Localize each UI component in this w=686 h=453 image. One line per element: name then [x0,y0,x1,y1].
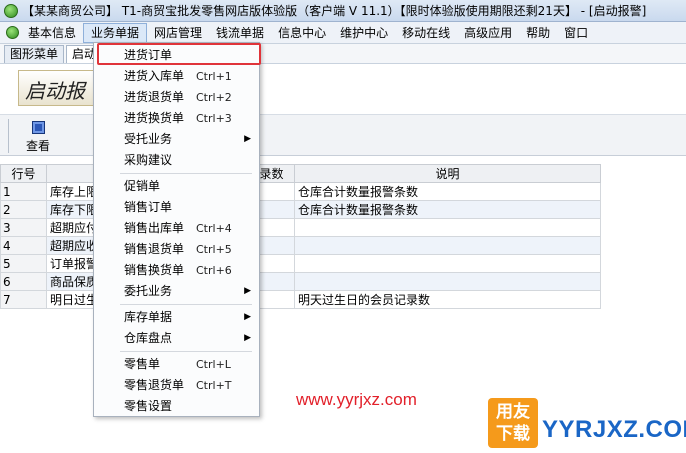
menu-info-center[interactable]: 信息中心 [271,23,333,43]
alarm-table: 行号 录数 说明 1 库存上限 仓库合计数量报警条数 2 库存下限 仓库合计数量… [0,164,601,309]
menu-item-retail-return[interactable]: 零售退货单 Ctrl+T [94,375,259,396]
row-number: 5 [0,254,47,273]
tab-graphic-menu[interactable]: 图形菜单 [4,45,65,63]
col-header-row-no[interactable]: 行号 [0,164,47,183]
table-row[interactable]: 3 超期应付 [0,218,601,237]
menu-advanced[interactable]: 高级应用 [457,23,519,43]
submenu-arrow-icon: ▶ [244,333,251,343]
menu-cash-docs[interactable]: 钱流单据 [209,23,271,43]
menu-online-store[interactable]: 网店管理 [147,23,209,43]
submenu-arrow-icon: ▶ [244,286,251,296]
menu-window[interactable]: 窗口 [557,23,595,43]
menu-mobile-online[interactable]: 移动在线 [395,23,457,43]
row-number: 3 [0,218,47,237]
row-number: 2 [0,200,47,219]
menu-app-icon[interactable] [6,26,19,39]
watermark-logo: 用友 下载 [488,398,538,448]
table-row[interactable]: 6 商品保质 [0,272,601,291]
table-row[interactable]: 5 订单报警 [0,254,601,273]
col-header-description[interactable]: 说明 [294,164,601,183]
menu-item-sales-return[interactable]: 销售退货单 Ctrl+5 [94,239,259,260]
menu-item-retail-settings[interactable]: 零售设置 [94,396,259,417]
menu-help[interactable]: 帮助 [519,23,557,43]
row-description: 仓库合计数量报警条数 [294,182,601,201]
menu-maintenance[interactable]: 维护中心 [333,23,395,43]
row-description: 明天过生日的会员记录数 [294,290,601,309]
row-description: 仓库合计数量报警条数 [294,200,601,219]
row-description [294,218,601,237]
toolbar-separator [8,119,9,153]
table-row[interactable]: 1 库存上限 仓库合计数量报警条数 [0,182,601,201]
title-bar: 【某某商贸公司】 T1-商贸宝批发零售网店版体验版（客户端 V 11.1）【限时… [0,0,686,22]
view-icon [31,121,45,134]
submenu-arrow-icon: ▶ [244,312,251,322]
menu-business-docs[interactable]: 业务单据 [83,22,148,43]
menu-item-sales-exchange[interactable]: 销售换货单 Ctrl+6 [94,260,259,281]
table-row[interactable]: 7 明日过生 明天过生日的会员记录数 [0,290,601,309]
menu-item-purchase-return[interactable]: 进货退货单 Ctrl+2 [94,87,259,108]
menu-item-consignment-in[interactable]: 受托业务 ▶ [94,129,259,150]
row-description [294,272,601,291]
row-number: 7 [0,290,47,309]
row-number: 1 [0,182,47,201]
row-number: 4 [0,236,47,255]
row-number: 6 [0,272,47,291]
menu-separator [120,304,252,305]
menu-item-promotion[interactable]: 促销单 [94,176,259,197]
logo-line-1: 用友 [496,402,530,422]
menu-item-purchase-suggestion[interactable]: 采购建议 [94,150,259,171]
menu-separator [120,351,252,352]
menu-item-retail[interactable]: 零售单 Ctrl+L [94,354,259,375]
logo-line-2: 下载 [496,424,530,444]
window-title: 【某某商贸公司】 T1-商贸宝批发零售网店版体验版（客户端 V 11.1）【限时… [22,4,647,18]
menu-item-consignment-out[interactable]: 委托业务 ▶ [94,281,259,302]
menu-item-purchase-receipt[interactable]: 进货入库单 Ctrl+1 [94,66,259,87]
menu-item-inventory-docs[interactable]: 库存单据 ▶ [94,307,259,328]
watermark-url: www.yyrjxz.com [296,390,417,409]
submenu-arrow-icon: ▶ [244,134,251,144]
view-button[interactable]: 查看 [16,119,60,153]
banner-title: 启动报 [25,79,85,103]
table-row[interactable]: 4 超期应收 [0,236,601,255]
highlight-box [97,43,261,65]
menu-bar: 基本信息 业务单据 网店管理 钱流单据 信息中心 维护中心 移动在线 高级应用 … [0,22,686,44]
menu-item-sales-order[interactable]: 销售订单 [94,197,259,218]
watermark-logo-text: YYRJXZ.COM [542,416,686,443]
menu-basic-info[interactable]: 基本信息 [21,23,83,43]
menu-item-sales-delivery[interactable]: 销售出库单 Ctrl+4 [94,218,259,239]
table-row[interactable]: 2 库存下限 仓库合计数量报警条数 [0,200,601,219]
menu-item-stocktaking[interactable]: 仓库盘点 ▶ [94,328,259,349]
app-logo-icon [4,3,18,18]
row-description [294,254,601,273]
row-description [294,236,601,255]
view-button-label: 查看 [25,139,50,153]
menu-item-purchase-exchange[interactable]: 进货换货单 Ctrl+3 [94,108,259,129]
menu-separator [120,173,252,174]
business-docs-dropdown: 进货订单 进货入库单 Ctrl+1 进货退货单 Ctrl+2 进货换货单 Ctrl+3… [93,42,260,417]
